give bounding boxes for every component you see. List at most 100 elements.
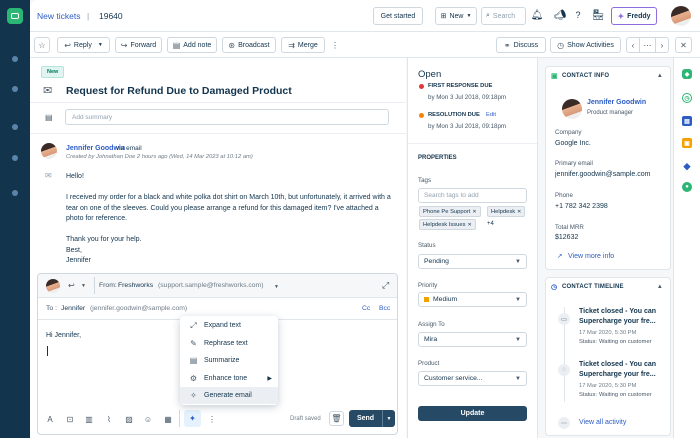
priority-select[interactable]: Medium ▼ (418, 292, 527, 307)
product-select[interactable]: Customer service... ▼ (418, 371, 527, 386)
previous-ticket-button[interactable]: ‹ (626, 37, 640, 53)
show-activities-button[interactable]: ◷ Show Activities (550, 37, 621, 53)
close-icon[interactable]: ✕ (517, 209, 521, 215)
menu-item-summarize[interactable]: ▤ Summarize (180, 352, 278, 369)
menu-item-enhance-tone[interactable]: ⚙ Enhance tone ▶ (180, 370, 278, 387)
reply-body-text[interactable]: Hi Jennifer, (46, 332, 81, 339)
close-icon[interactable]: ✕ (472, 209, 476, 215)
contact-timeline-header[interactable]: ◷ CONTACT TIMELINE ▲ (546, 278, 670, 295)
more-tools-icon[interactable]: ⋮ (206, 413, 218, 425)
image-icon[interactable]: ▨ (123, 413, 135, 425)
search-input[interactable]: ⌕ Search (481, 7, 526, 25)
cc-link[interactable]: Cc (362, 305, 370, 312)
close-icon[interactable]: ✕ (468, 222, 472, 228)
app-logo[interactable] (7, 8, 23, 24)
expand-editor-icon[interactable]: ⤢ (382, 280, 389, 291)
delete-draft-icon[interactable]: 🗑︎ (329, 411, 344, 426)
from-value[interactable]: Freshworks (118, 282, 153, 289)
message-line: Thank you for your help. (66, 236, 142, 243)
broadcast-button[interactable]: ⊛ Broadcast (222, 37, 276, 53)
nav-dot-2[interactable] (12, 86, 18, 92)
more-options-button[interactable]: ⋮ (328, 37, 342, 53)
discuss-button[interactable]: ⚭ Discuss (496, 37, 546, 53)
freddy-ai-icon[interactable]: ✦ (184, 410, 201, 427)
update-button[interactable]: Update (418, 406, 527, 421)
emoji-icon[interactable]: ☺ (142, 413, 154, 425)
nav-dot-3[interactable] (12, 124, 18, 130)
tags-search-input[interactable]: Search tags to add (418, 188, 527, 203)
tags-label: Tags (418, 177, 432, 184)
nav-dot-4[interactable] (12, 155, 18, 161)
canned-response-icon[interactable]: ⊡ (64, 413, 76, 425)
nav-dot-1[interactable] (12, 56, 18, 62)
tag-chip[interactable]: Phone Pe Support ✕ (419, 206, 481, 217)
app-chat-icon[interactable]: ● (682, 182, 692, 192)
contact-info-header[interactable]: ▣ CONTACT INFO ▲ (546, 67, 670, 84)
menu-item-rephrase-text[interactable]: ✎ Rephrase text (180, 335, 278, 352)
new-dropdown-button[interactable]: ⊞ New ▼ (435, 7, 477, 25)
freddy-sparkle-icon: ✦ (617, 11, 625, 21)
app-notes-icon[interactable]: ▤ (682, 116, 692, 126)
get-started-button[interactable]: Get started (373, 7, 423, 25)
view-more-info-link[interactable]: View more info (568, 253, 614, 260)
user-avatar[interactable] (671, 6, 691, 26)
tag-chip[interactable]: Helpdesk ✕ (487, 206, 526, 217)
next-ticket-button[interactable]: › (655, 37, 669, 53)
assign-to-select[interactable]: Mira ▼ (418, 332, 527, 347)
app-diamond-icon[interactable]: ◆ (682, 161, 692, 171)
ticket-list-button[interactable]: ⋯ (639, 37, 656, 53)
calendar-icon[interactable]: ▦ (162, 413, 174, 425)
freddy-button[interactable]: ✦ Freddy (611, 7, 657, 25)
menu-item-label: Expand text (204, 322, 241, 329)
external-link-icon: ↗ (557, 253, 563, 260)
add-note-button[interactable]: ▤ Add note (167, 37, 217, 53)
summary-input[interactable]: Add summary (65, 109, 389, 125)
resolution-label: RESOLUTION DUE (428, 112, 480, 118)
status-select[interactable]: Pending ▼ (418, 254, 527, 269)
attachment-icon[interactable]: ⌇ (103, 413, 115, 425)
nav-dot-5[interactable] (12, 190, 18, 196)
contact-name[interactable]: Jennifer Goodwin (587, 99, 646, 106)
tag-label: Phone Pe Support (423, 208, 471, 215)
close-ticket-button[interactable]: ✕ (675, 37, 692, 53)
app-integration-icon[interactable]: ▣ (682, 138, 692, 148)
megaphone-icon[interactable]: 📣︎ (553, 8, 567, 22)
tags-more-count[interactable]: +4 (487, 221, 494, 227)
ticket-subject: Request for Refund Due to Damaged Produc… (66, 85, 292, 97)
menu-item-generate-email[interactable]: ✧ Generate email (180, 387, 278, 404)
notification-bell-icon[interactable]: 🔔︎ (530, 8, 544, 22)
timeline-item-title[interactable]: Supercharge your fre... (579, 318, 656, 325)
help-icon[interactable]: ? (571, 8, 585, 22)
tag-chip[interactable]: Helpdesk Issues ✕ (419, 219, 476, 230)
reply-button[interactable]: ↩ Reply ▼ (57, 37, 110, 53)
breadcrumb-new-tickets[interactable]: New tickets (37, 11, 80, 21)
timeline-item-title[interactable]: Ticket closed - You can (579, 361, 656, 368)
to-recipient-name[interactable]: Jennifer (61, 305, 85, 312)
from-email[interactable]: (support.sample@freshworks.com) (158, 282, 264, 289)
forward-button[interactable]: ↪ Forward (115, 37, 162, 53)
menu-item-label: Rephrase text (204, 340, 248, 347)
reply-type-icon[interactable]: ↩ (68, 281, 75, 290)
star-button[interactable]: ☆ (34, 37, 50, 53)
timeline-item-title[interactable]: Ticket closed - You can (579, 308, 656, 315)
search-icon: ⌕ (486, 12, 490, 19)
to-recipient-email[interactable]: (jennifer.goodwin@sample.com) (90, 305, 187, 312)
bcc-link[interactable]: Bcc (379, 305, 390, 312)
chevron-down-icon[interactable]: ▼ (81, 283, 86, 289)
view-all-activity-link[interactable]: View all activity (579, 419, 626, 426)
app-freshdesk-icon[interactable]: ◆ (682, 69, 692, 79)
contact-info-card: ▣ CONTACT INFO ▲ Jennifer Goodwin Produc… (545, 66, 671, 270)
send-button[interactable]: Send ▼ (349, 410, 395, 427)
marketplace-icon[interactable]: 🏪︎ (591, 8, 605, 22)
chevron-down-icon[interactable]: ▼ (274, 284, 279, 290)
menu-item-expand-text[interactable]: ⤢ Expand text (180, 317, 278, 334)
expand-icon: ⤢ (190, 320, 197, 330)
resolution-edit-link[interactable]: Edit (486, 112, 496, 118)
timeline-item-title[interactable]: Supercharge your fre... (579, 371, 656, 378)
app-timer-icon[interactable]: ◷ (682, 93, 692, 103)
knowledge-base-icon[interactable]: ▥ (83, 413, 95, 425)
text-format-icon[interactable]: A (44, 413, 56, 425)
chevron-down-icon[interactable]: ▼ (383, 416, 395, 422)
merge-button[interactable]: ⇉ Merge (281, 37, 325, 53)
tag-label: Helpdesk Issues (423, 221, 466, 228)
